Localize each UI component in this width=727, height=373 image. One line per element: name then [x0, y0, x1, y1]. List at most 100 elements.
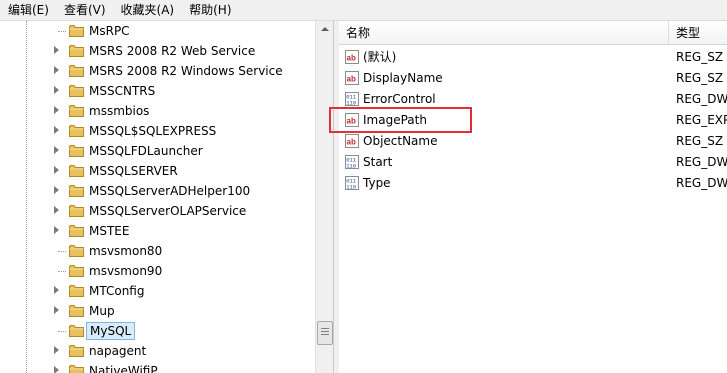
- tree-item-label: MSSQLFDLauncher: [89, 144, 203, 158]
- svg-text:ab: ab: [347, 54, 356, 63]
- folder-icon: [69, 164, 84, 177]
- grip-line: [321, 328, 329, 329]
- tree-item[interactable]: msvsmon80: [0, 241, 315, 261]
- tree-item-label: MsRPC: [89, 24, 130, 38]
- tree-item[interactable]: msvsmon90: [0, 261, 315, 281]
- tree-item[interactable]: MSSQL$SQLEXPRESS: [0, 121, 315, 141]
- tree-item-label: MSSQL$SQLEXPRESS: [89, 124, 217, 138]
- tree-item-label: MySQL: [86, 322, 136, 340]
- value-name: (默认): [363, 50, 397, 64]
- tree-item-label: MTConfig: [89, 284, 145, 298]
- tree-item-label: MSSQLSERVER: [89, 164, 178, 178]
- value-name: ObjectName: [363, 134, 438, 148]
- tree-item[interactable]: MSTEE: [0, 221, 315, 241]
- grip-line: [321, 331, 329, 332]
- column-header-type[interactable]: 类型: [669, 21, 727, 45]
- value-row[interactable]: 011110 Type REG_DWORD: [339, 173, 727, 194]
- annotation-highlight-box: [329, 107, 472, 133]
- folder-icon: [69, 244, 84, 257]
- value-name: Type: [363, 176, 391, 190]
- binary-value-icon: 011 110: [345, 155, 359, 170]
- expand-arrow-icon[interactable]: [54, 186, 59, 194]
- tree-item[interactable]: MTConfig: [0, 281, 315, 301]
- value-row[interactable]: ab DisplayName REG_SZ: [339, 68, 727, 89]
- string-value-icon: ab: [345, 50, 359, 64]
- expand-arrow-icon[interactable]: [54, 66, 59, 74]
- folder-icon: [69, 264, 84, 277]
- tree-item-label: MSTEE: [89, 224, 130, 238]
- tree-item-label: Mup: [89, 304, 115, 318]
- tree-item[interactable]: MSSQLServerOLAPService: [0, 201, 315, 221]
- tree-item[interactable]: MSSQLFDLauncher: [0, 141, 315, 161]
- expand-arrow-icon[interactable]: [54, 346, 59, 354]
- folder-icon: [69, 44, 84, 57]
- tree-item[interactable]: MsRPC: [0, 21, 315, 41]
- tree-item[interactable]: MSSCNTRS: [0, 81, 315, 101]
- string-value-icon: ab: [345, 134, 359, 148]
- expand-arrow-icon[interactable]: [54, 366, 59, 373]
- tree-item-label: NativeWifiP: [89, 364, 158, 373]
- tree-item[interactable]: napagent: [0, 341, 315, 361]
- column-header-name[interactable]: 名称: [339, 21, 669, 45]
- expand-arrow-icon[interactable]: [54, 306, 59, 314]
- value-type: REG_SZ: [676, 50, 724, 64]
- folder-icon: [69, 104, 84, 117]
- expand-arrow-icon[interactable]: [54, 286, 59, 294]
- value-name: DisplayName: [363, 71, 443, 85]
- folder-icon: [69, 184, 84, 197]
- value-type: REG_SZ: [676, 71, 724, 85]
- value-name: Start: [363, 155, 393, 169]
- value-type: REG_SZ: [676, 134, 724, 148]
- tree-item[interactable]: MSSQLSERVER: [0, 161, 315, 181]
- expand-arrow-icon[interactable]: [54, 166, 59, 174]
- value-type: REG_DWORD: [676, 155, 727, 169]
- expand-arrow-icon[interactable]: [54, 106, 59, 114]
- svg-text:110: 110: [346, 184, 356, 191]
- binary-value-icon: 011 110: [345, 92, 359, 107]
- menu-edit[interactable]: 编辑(E): [0, 0, 56, 20]
- tree-item[interactable]: MSRS 2008 R2 Web Service: [0, 41, 315, 61]
- expand-arrow-icon[interactable]: [54, 86, 59, 94]
- folder-icon: [69, 64, 84, 77]
- tree-item[interactable]: NativeWifiP: [0, 361, 315, 373]
- expand-arrow-icon[interactable]: [54, 206, 59, 214]
- folder-icon: [69, 124, 84, 137]
- value-row[interactable]: ab ObjectName REG_SZ: [339, 131, 727, 152]
- folder-icon: [69, 84, 84, 97]
- tree-scrollbar[interactable]: [315, 21, 333, 373]
- menu-help[interactable]: 帮助(H): [181, 0, 238, 20]
- expand-arrow-icon[interactable]: [54, 46, 59, 54]
- tree-item[interactable]: MSRS 2008 R2 Windows Service: [0, 61, 315, 81]
- binary-value-icon: 011 110: [345, 176, 359, 191]
- tree-connector: [58, 271, 66, 272]
- tree-connector: [58, 331, 66, 332]
- grip-line: [321, 334, 329, 335]
- value-row[interactable]: 011110 Start REG_DWORD: [339, 152, 727, 173]
- value-row[interactable]: ab (默认) REG_SZ: [339, 47, 727, 68]
- expand-arrow-icon[interactable]: [54, 146, 59, 154]
- scroll-thumb[interactable]: [317, 321, 333, 345]
- value-name: ErrorControl: [363, 92, 436, 106]
- scroll-up-arrow-icon[interactable]: [316, 21, 333, 38]
- expand-arrow-icon[interactable]: [54, 126, 59, 134]
- tree-item-label: MSSQLServerOLAPService: [89, 204, 247, 218]
- svg-text:ab: ab: [347, 138, 356, 147]
- svg-text:110: 110: [346, 163, 356, 170]
- tree-item-label: mssmbios: [89, 104, 150, 118]
- expand-arrow-icon[interactable]: [54, 226, 59, 234]
- tree-connector: [58, 31, 66, 32]
- tree-item-label: MSRS 2008 R2 Web Service: [89, 44, 256, 58]
- tree-item-label: MSSCNTRS: [89, 84, 156, 98]
- value-type: REG_EXPAND_SZ: [676, 113, 727, 127]
- tree-item[interactable]: MSSQLServerADHelper100: [0, 181, 315, 201]
- menu-favorites[interactable]: 收藏夹(A): [113, 0, 182, 20]
- tree-item[interactable]: Mup: [0, 301, 315, 321]
- tree-item[interactable]: mssmbios: [0, 101, 315, 121]
- svg-text:110: 110: [346, 100, 356, 107]
- tree-item-label: MSSQLServerADHelper100: [89, 184, 251, 198]
- menu-view[interactable]: 查看(V): [56, 0, 113, 20]
- value-type: REG_DWORD: [676, 176, 727, 190]
- tree-item[interactable]: MySQL: [0, 321, 315, 341]
- tree-item-label: MSRS 2008 R2 Windows Service: [89, 64, 283, 78]
- registry-values-list: 名称 类型 ab (默认) REG_SZ ab DisplayName REG_SZ 011…: [339, 21, 727, 373]
